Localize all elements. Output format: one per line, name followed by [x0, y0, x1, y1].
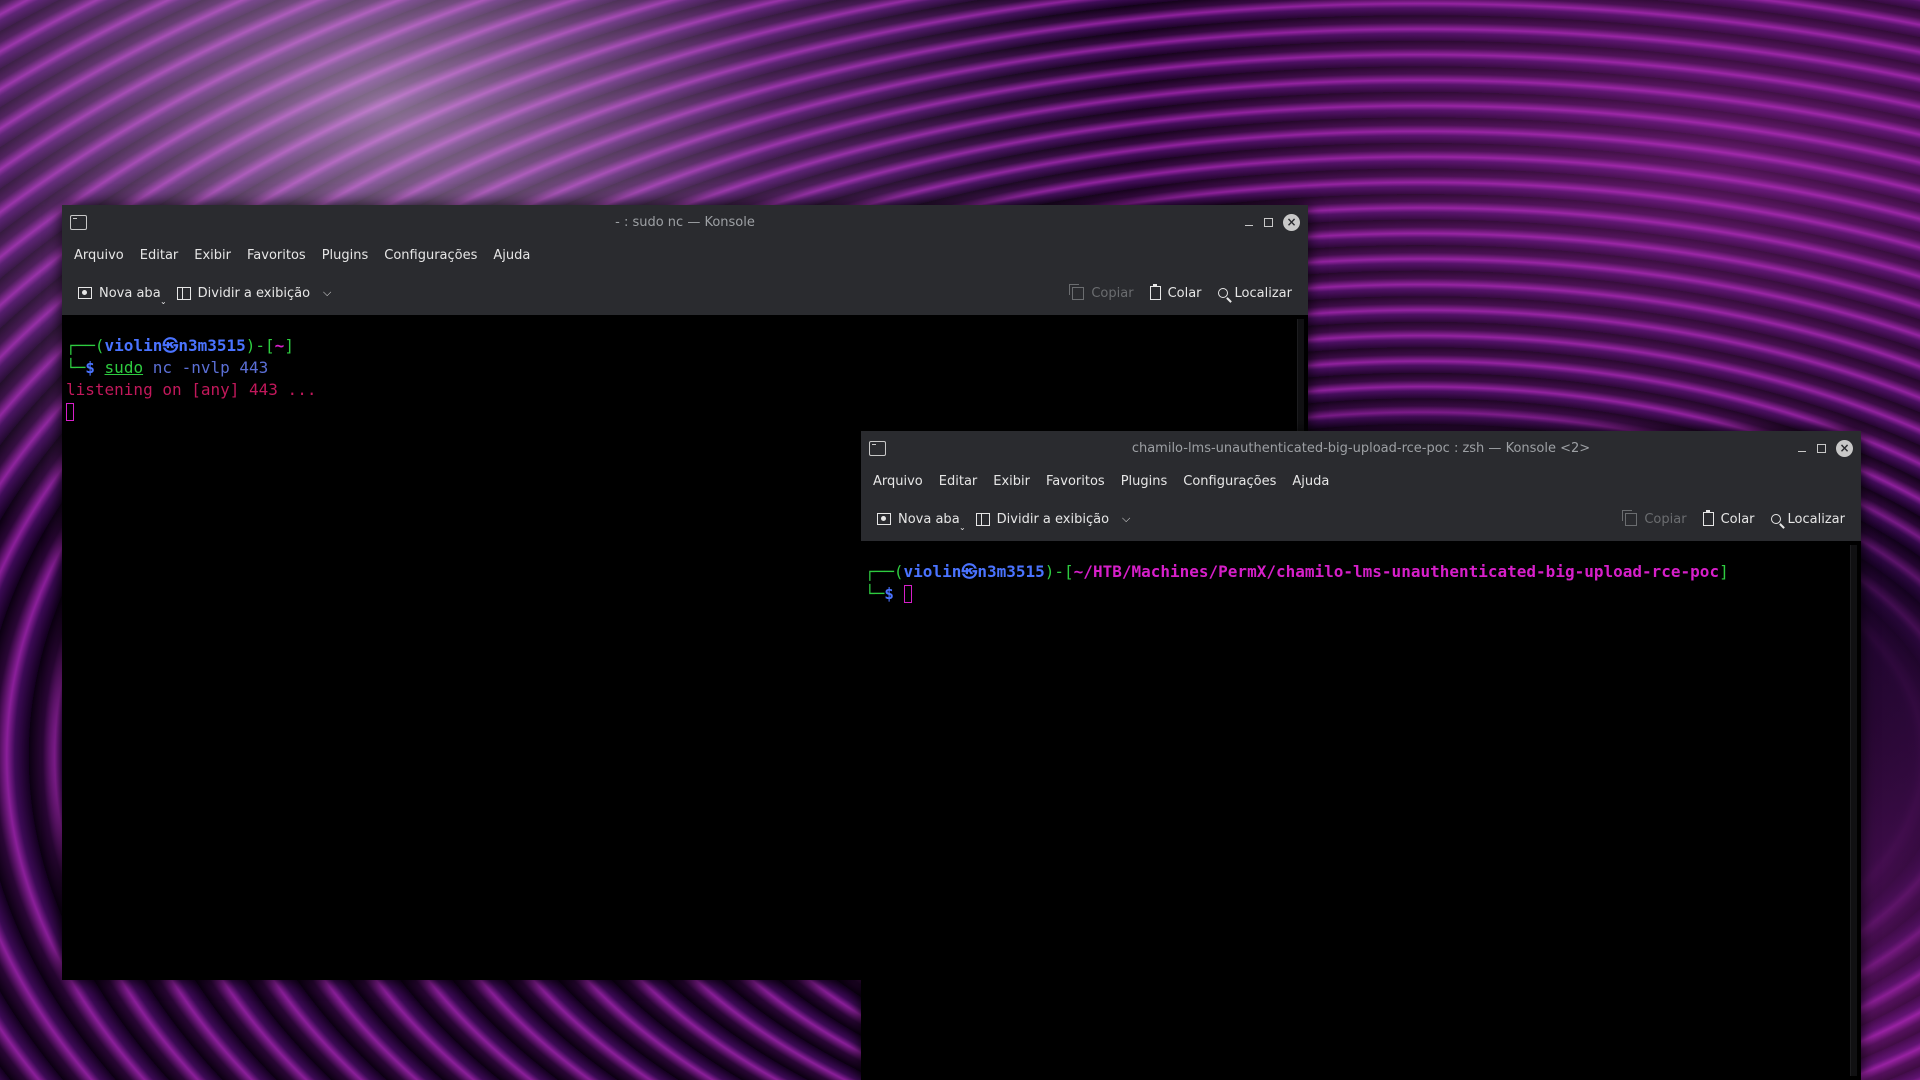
- new-tab-label: Nova aba: [99, 285, 161, 301]
- chevron-down-icon: ⌄: [958, 523, 966, 532]
- menu-ajuda[interactable]: Ajuda: [1284, 474, 1337, 489]
- new-tab-label: Nova aba: [898, 511, 960, 527]
- scrollbar[interactable]: [1850, 545, 1857, 1076]
- paste-button[interactable]: Colar: [1695, 504, 1763, 534]
- menu-configuracoes[interactable]: Configurações: [1175, 474, 1284, 489]
- maximize-icon[interactable]: [1264, 217, 1273, 227]
- prompt-line: ┌──(violin㉿n3m3515)-[~/HTB/Machines/Perm…: [865, 561, 1861, 583]
- maximize-icon[interactable]: [1817, 443, 1826, 453]
- menu-bar: Arquivo Editar Exibir Favoritos Plugins …: [62, 239, 1308, 271]
- menu-exibir[interactable]: Exibir: [985, 474, 1038, 489]
- minimize-icon[interactable]: [1797, 442, 1807, 454]
- copy-label: Copiar: [1091, 285, 1134, 301]
- output-line: listening on [any] 443 ...: [66, 380, 317, 399]
- copy-button[interactable]: Copiar: [1617, 504, 1694, 534]
- paste-label: Colar: [1720, 511, 1755, 527]
- prompt-open: ┌──(: [66, 336, 105, 355]
- split-view-label: Dividir a exibição: [197, 285, 311, 301]
- menu-favoritos[interactable]: Favoritos: [239, 248, 314, 263]
- prompt-line: ┌──(violin㉿n3m3515)-[~]: [66, 335, 1308, 357]
- prompt-prefix: └─: [865, 584, 885, 603]
- split-view-button[interactable]: Dividir a exibição ⌵: [968, 504, 1139, 534]
- window-title: chamilo-lms-unauthenticated-big-upload-r…: [1131, 440, 1591, 456]
- search-icon: [1770, 514, 1781, 524]
- cwd-path: ~/HTB/Machines/PermX/chamilo-lms-unauthe…: [1073, 562, 1720, 581]
- menu-editar[interactable]: Editar: [931, 474, 986, 489]
- prompt-bracket: )-[: [1044, 562, 1074, 581]
- paste-icon: [1149, 284, 1161, 300]
- cwd-path: ~: [274, 336, 285, 355]
- chevron-down-icon: ⌵: [1122, 512, 1131, 525]
- command-line: └─$ sudo nc -nvlp 443: [66, 357, 1308, 379]
- menu-arquivo[interactable]: Arquivo: [865, 474, 931, 489]
- close-icon[interactable]: ×: [1836, 439, 1853, 457]
- prompt-prefix: └─: [66, 358, 86, 377]
- copy-icon: [1622, 509, 1638, 526]
- menu-ajuda[interactable]: Ajuda: [485, 248, 538, 263]
- copy-icon: [1069, 283, 1085, 300]
- minimize-icon[interactable]: [1244, 216, 1254, 228]
- copy-label: Copiar: [1644, 511, 1687, 527]
- split-view-icon: [975, 512, 990, 526]
- menu-exibir[interactable]: Exibir: [186, 248, 239, 263]
- chevron-down-icon: ⌵: [323, 286, 332, 299]
- paste-button[interactable]: Colar: [1142, 278, 1210, 308]
- menu-bar: Arquivo Editar Exibir Favoritos Plugins …: [861, 465, 1861, 497]
- cursor-line: [66, 401, 1308, 423]
- prompt-open: ┌──(: [865, 562, 904, 581]
- find-button[interactable]: Localizar: [1210, 278, 1300, 308]
- terminal-app-icon[interactable]: [70, 214, 87, 230]
- title-bar[interactable]: chamilo-lms-unauthenticated-big-upload-r…: [861, 431, 1861, 465]
- find-label: Localizar: [1787, 511, 1845, 527]
- copy-button[interactable]: Copiar: [1064, 278, 1141, 308]
- text-cursor: [66, 403, 74, 421]
- menu-plugins[interactable]: Plugins: [314, 248, 377, 263]
- new-tab-icon: [877, 513, 891, 525]
- menu-editar[interactable]: Editar: [132, 248, 187, 263]
- prompt-bracket-close: ]: [284, 336, 294, 355]
- split-view-button[interactable]: Dividir a exibição ⌵: [169, 278, 340, 308]
- prompt-bracket: )-[: [245, 336, 275, 355]
- user-host: violin㉿n3m3515: [104, 336, 246, 355]
- paste-icon: [1702, 510, 1714, 526]
- find-button[interactable]: Localizar: [1763, 504, 1853, 534]
- split-view-label: Dividir a exibição: [996, 511, 1110, 527]
- chevron-down-icon: ⌄: [159, 297, 167, 306]
- toolbar: Nova aba ⌄ Dividir a exibição ⌵ Copiar C…: [861, 497, 1861, 541]
- command-line: └─$: [865, 583, 1861, 605]
- close-icon[interactable]: ×: [1283, 213, 1300, 231]
- menu-plugins[interactable]: Plugins: [1113, 474, 1176, 489]
- toolbar: Nova aba ⌄ Dividir a exibição ⌵ Copiar C…: [62, 271, 1308, 315]
- menu-configuracoes[interactable]: Configurações: [376, 248, 485, 263]
- title-bar[interactable]: - : sudo nc — Konsole ×: [62, 205, 1308, 239]
- window-title: - : sudo nc — Konsole: [615, 214, 755, 230]
- terminal-area[interactable]: ┌──(violin㉿n3m3515)-[~/HTB/Machines/Perm…: [861, 541, 1861, 1080]
- prompt-symbol: $: [884, 584, 894, 603]
- search-icon: [1217, 288, 1228, 298]
- text-cursor: [903, 585, 912, 603]
- split-view-icon: [176, 286, 191, 300]
- prompt-symbol: $: [85, 358, 95, 377]
- find-label: Localizar: [1234, 285, 1292, 301]
- new-tab-button[interactable]: Nova aba ⌄: [70, 278, 169, 308]
- new-tab-icon: [78, 287, 92, 299]
- user-host: violin㉿n3m3515: [903, 562, 1045, 581]
- terminal-app-icon[interactable]: [869, 440, 886, 456]
- new-tab-button[interactable]: Nova aba ⌄: [869, 504, 968, 534]
- paste-label: Colar: [1167, 285, 1202, 301]
- menu-arquivo[interactable]: Arquivo: [66, 248, 132, 263]
- prompt-bracket-close: ]: [1719, 562, 1729, 581]
- command-name: sudo: [104, 358, 144, 377]
- konsole-window-2: chamilo-lms-unauthenticated-big-upload-r…: [861, 431, 1861, 1080]
- command-args: nc -nvlp 443: [152, 358, 269, 377]
- menu-favoritos[interactable]: Favoritos: [1038, 474, 1113, 489]
